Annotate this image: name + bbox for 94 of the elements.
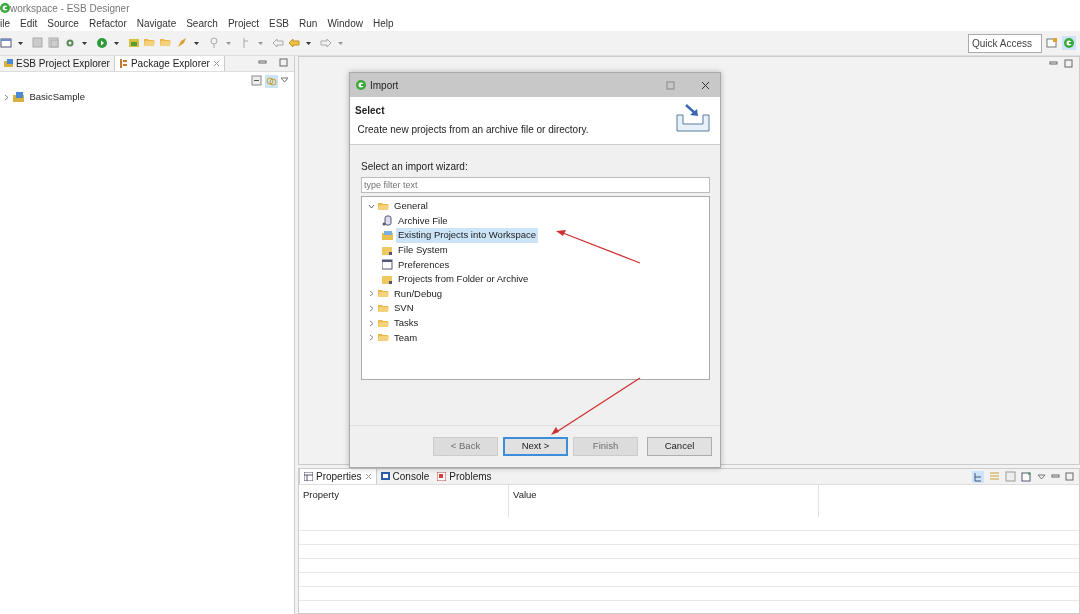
- collapsed-icon[interactable]: [368, 334, 375, 342]
- page-title: Select: [355, 104, 386, 118]
- tree-view-icon[interactable]: [972, 470, 984, 483]
- menu-item[interactable]: Search: [186, 16, 218, 31]
- folder-icon[interactable]: [160, 37, 172, 49]
- quick-access-field[interactable]: Quick Access: [968, 33, 1042, 53]
- menu-item[interactable]: Run: [299, 16, 318, 31]
- tree-item[interactable]: Archive File: [396, 213, 450, 228]
- maximize-icon[interactable]: [666, 80, 675, 90]
- maximize-icon[interactable]: [1064, 59, 1073, 68]
- table-icon: [304, 472, 313, 481]
- tree-item[interactable]: Run/Debug: [392, 286, 445, 301]
- preferences-icon: [382, 259, 393, 271]
- tree-item[interactable]: General: [392, 199, 430, 214]
- menu-item[interactable]: Refactor: [88, 16, 127, 31]
- new-icon[interactable]: [0, 37, 12, 49]
- menu-item[interactable]: ESB: [269, 16, 290, 31]
- save-icon[interactable]: [32, 37, 44, 49]
- view-menu-icon[interactable]: [1037, 472, 1046, 481]
- import-icon: [674, 103, 712, 133]
- problems-icon: [437, 472, 447, 481]
- panel-tab[interactable]: Console: [376, 469, 434, 484]
- rocket-icon[interactable]: [176, 37, 188, 49]
- project-icon: [12, 91, 25, 103]
- wizard-label: Select an import wizard:: [361, 160, 469, 174]
- archive-icon: [382, 215, 393, 227]
- minimize-icon[interactable]: [258, 58, 267, 67]
- tree-item[interactable]: File System: [396, 242, 450, 258]
- menu-item[interactable]: Window: [327, 16, 363, 31]
- expanded-icon[interactable]: [368, 202, 375, 210]
- perspective-icon[interactable]: [1046, 37, 1058, 49]
- panel-tab[interactable]: Package Explorer: [113, 56, 225, 71]
- dialog-button[interactable]: Next >: [503, 437, 568, 456]
- tree-item[interactable]: Tasks: [392, 315, 421, 331]
- project-icon: [382, 230, 393, 241]
- menu-item[interactable]: Edit: [20, 16, 38, 31]
- close-icon[interactable]: [701, 80, 710, 90]
- perspective-logo-icon[interactable]: [1064, 38, 1074, 48]
- menu-item[interactable]: Source: [47, 16, 79, 31]
- collapse-all-icon[interactable]: [251, 74, 262, 86]
- tab-label: Console: [392, 470, 430, 484]
- back-arrow-icon[interactable]: [288, 37, 300, 49]
- tree-item[interactable]: SVN: [392, 301, 416, 316]
- tree-item[interactable]: Existing Projects into Workspace: [396, 228, 539, 243]
- column-header: Property: [299, 485, 509, 517]
- console-icon: [380, 472, 390, 481]
- package-icon[interactable]: [128, 37, 140, 49]
- run-icon[interactable]: [96, 37, 108, 49]
- pin-view-icon[interactable]: [1021, 471, 1032, 482]
- folder-icon: [378, 288, 389, 300]
- filter-field[interactable]: type filter text: [361, 177, 710, 193]
- tree-item[interactable]: Team: [392, 330, 420, 345]
- minimize-icon[interactable]: [1049, 59, 1058, 68]
- panel-tab[interactable]: Problems: [433, 469, 496, 484]
- forward-arrow-icon[interactable]: [320, 37, 332, 49]
- tree-item[interactable]: Projects from Folder or Archive: [396, 272, 531, 287]
- menu-item[interactable]: ile: [0, 16, 10, 31]
- panel-tab[interactable]: Properties: [299, 469, 377, 484]
- folder-icon: [378, 317, 389, 329]
- maximize-icon[interactable]: [279, 58, 288, 67]
- tree-item[interactable]: BasicSample: [27, 90, 87, 105]
- dialog-button[interactable]: Cancel: [647, 437, 712, 456]
- folder-icon: [378, 200, 389, 212]
- window-title: workspace - ESB Designer: [10, 1, 130, 16]
- menu-item[interactable]: Navigate: [136, 16, 177, 31]
- tree-item[interactable]: Preferences: [396, 257, 452, 272]
- menu-item[interactable]: Project: [227, 16, 259, 31]
- pin-icon[interactable]: [208, 37, 220, 49]
- column-header: Value: [509, 485, 819, 517]
- folder-icon: [382, 273, 393, 285]
- app-logo-icon: [0, 3, 10, 13]
- view-menu-icon[interactable]: [280, 74, 289, 84]
- page-description: Create new projects from an archive file or directory.: [356, 123, 589, 137]
- folder-icon[interactable]: [144, 37, 156, 49]
- collapsed-icon[interactable]: [2, 93, 10, 101]
- menu-item[interactable]: Help: [372, 16, 394, 31]
- tab-label: Package Explorer: [118, 56, 210, 71]
- minimize-icon[interactable]: [1051, 472, 1060, 481]
- collapsed-icon[interactable]: [368, 290, 375, 298]
- folder-icon: [382, 244, 393, 256]
- folder-icon: [378, 302, 389, 314]
- package-icon: [118, 59, 128, 68]
- collapsed-icon[interactable]: [368, 319, 375, 327]
- columns-icon[interactable]: [1005, 471, 1016, 482]
- dialog-title: Import: [370, 78, 399, 93]
- tab-label: Problems: [449, 470, 492, 484]
- collapsed-icon[interactable]: [368, 304, 375, 312]
- app-logo-icon: [356, 80, 366, 90]
- project-icon: [4, 59, 13, 68]
- back-arrow-icon[interactable]: [272, 37, 284, 49]
- maximize-icon[interactable]: [1065, 472, 1074, 481]
- save-all-icon[interactable]: [48, 37, 60, 49]
- folder-icon: [378, 332, 389, 344]
- tab-label: Properties: [316, 470, 362, 484]
